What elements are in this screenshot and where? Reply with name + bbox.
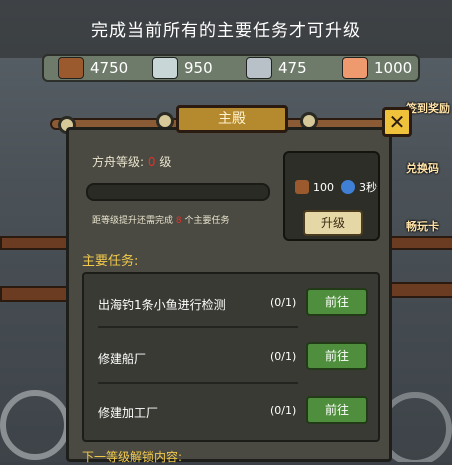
water-bucket-icon — [152, 57, 178, 79]
task-row: 修建加工厂 (0/1) 前往 — [84, 384, 378, 440]
time-cost-value: 3秒 — [359, 181, 377, 194]
ark-level-unit: 级 — [159, 155, 172, 169]
task-name: 出海钓1条小鱼进行检测 — [98, 298, 226, 312]
metal-ingot-icon — [246, 57, 272, 79]
wood-log-icon — [295, 180, 309, 194]
upgrade-box: 100 3秒 升级 — [283, 151, 380, 241]
upgrade-button[interactable]: 升级 — [303, 210, 363, 236]
resource-bar: 4750 950 475 1000 — [42, 54, 420, 82]
clock-icon — [341, 180, 355, 194]
resource-wood: 4750 — [58, 56, 128, 80]
fish-steak-icon — [342, 57, 368, 79]
level-requirement-text: 距等级提升还需完成 8 个主要任务 — [92, 213, 230, 226]
redeem-code-button[interactable]: 兑换码 — [404, 140, 452, 186]
go-button[interactable]: 前往 — [306, 342, 368, 370]
resource-value: 1000 — [374, 59, 413, 77]
redeem-code-label: 兑换码 — [406, 162, 439, 175]
resource-water: 950 — [152, 56, 213, 80]
go-button[interactable]: 前往 — [306, 288, 368, 316]
resource-fish: 1000 — [342, 56, 412, 80]
go-button[interactable]: 前往 — [306, 396, 368, 424]
task-progress: (0/1) — [270, 404, 297, 417]
task-list: 出海钓1条小鱼进行检测 (0/1) 前往 修建船厂 (0/1) 前往 修建加工厂… — [82, 272, 380, 442]
wood-cost: 100 — [295, 179, 334, 195]
sign-reward-label: 签到奖励 — [406, 102, 450, 115]
play-card-button[interactable]: 畅玩卡 — [404, 200, 452, 246]
background-wheel — [0, 390, 70, 460]
task-divider — [98, 326, 298, 328]
task-row: 修建船厂 (0/1) 前往 — [84, 330, 378, 386]
resource-value: 4750 — [90, 59, 129, 77]
wood-cost-value: 100 — [313, 180, 334, 194]
resource-value: 475 — [278, 59, 307, 77]
task-row: 出海钓1条小鱼进行检测 (0/1) 前往 — [84, 276, 378, 332]
task-name: 修建加工厂 — [98, 406, 159, 420]
play-card-label: 畅玩卡 — [406, 220, 439, 233]
ark-level-label: 方舟等级: — [92, 155, 145, 169]
ark-level-value: 0 — [147, 155, 156, 169]
requirement-suffix: 个主要任务 — [184, 216, 230, 226]
time-cost: 3秒 — [341, 179, 377, 195]
ark-level: 方舟等级: 0 级 — [92, 153, 171, 170]
level-progress-bar — [86, 183, 270, 201]
next-level-unlock-header: 下一等级解锁内容: — [82, 450, 183, 464]
requirement-number: 8 — [175, 216, 182, 226]
upgrade-requirement-notice: 完成当前所有的主要任务才可升级 — [91, 21, 361, 41]
main-tasks-header: 主要任务: — [82, 254, 139, 269]
panel-title: 主殿 — [176, 105, 288, 133]
wood-log-icon — [58, 57, 84, 79]
task-name: 修建船厂 — [98, 352, 147, 366]
close-button[interactable]: ✕ — [382, 107, 412, 137]
requirement-prefix: 距等级提升还需完成 — [92, 216, 174, 226]
background-beam — [390, 282, 452, 298]
task-progress: (0/1) — [270, 296, 297, 309]
resource-value: 950 — [184, 59, 213, 77]
top-banner: 完成当前所有的主要任务才可升级 — [0, 0, 452, 58]
resource-metal: 475 — [246, 56, 307, 80]
task-progress: (0/1) — [270, 350, 297, 363]
